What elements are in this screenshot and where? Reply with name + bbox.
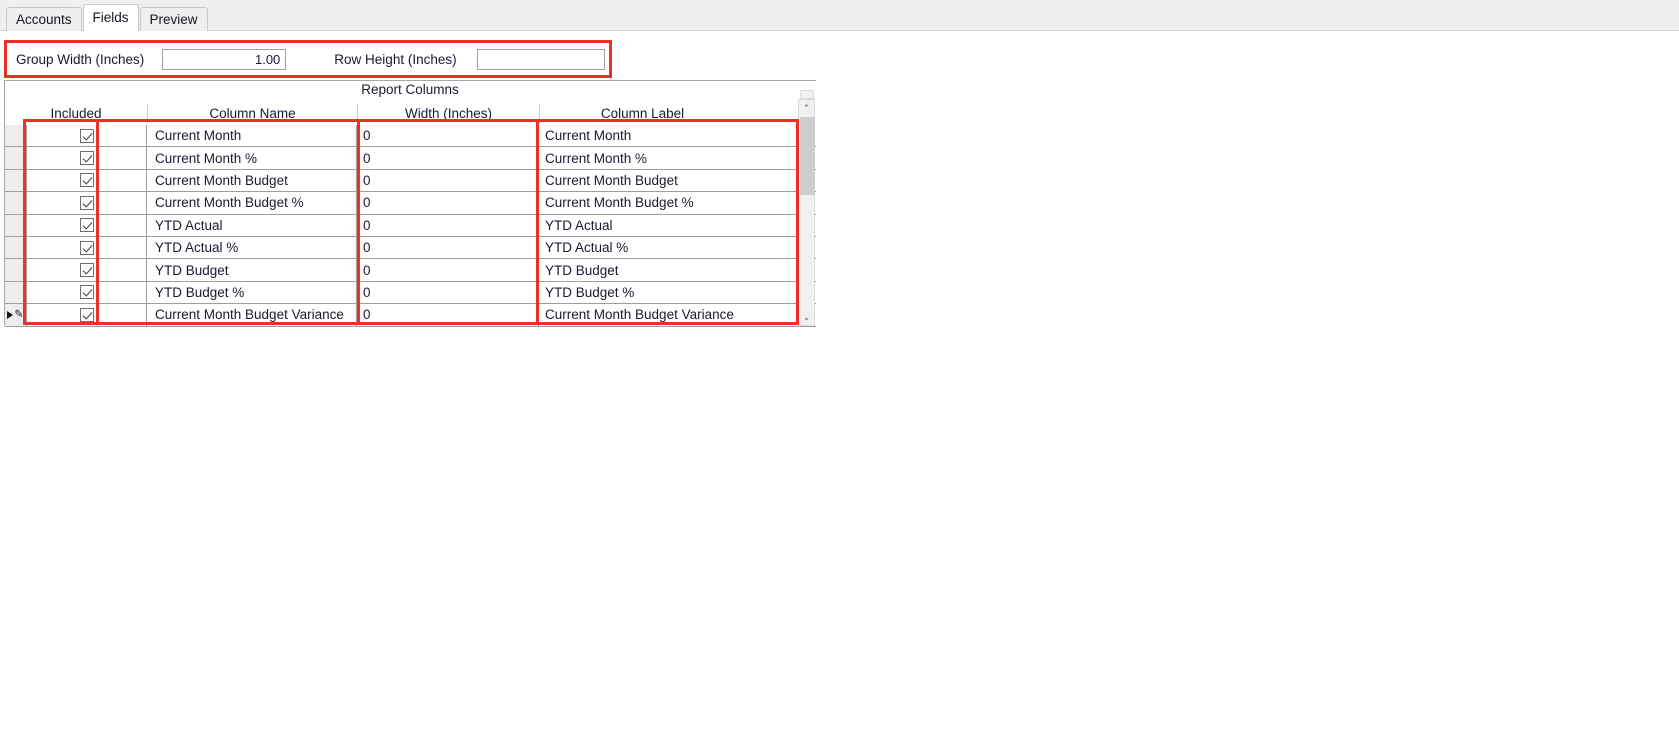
column-label-cell[interactable]: YTD Actual — [539, 215, 745, 236]
column-name-cell[interactable]: Current Month % — [147, 147, 357, 169]
row-current-arrow-icon — [7, 310, 14, 319]
included-cell[interactable] — [27, 259, 147, 281]
row-header-cell[interactable] — [5, 259, 27, 281]
included-checkbox[interactable] — [79, 263, 94, 278]
column-name-cell[interactable]: YTD Actual % — [147, 236, 357, 259]
column-label-cell[interactable]: YTD Budget % — [539, 282, 745, 303]
included-checkbox[interactable] — [79, 128, 94, 143]
scrollbar-top-cap — [800, 90, 814, 99]
grid-header-included[interactable]: Included — [5, 104, 147, 124]
included-checkbox[interactable] — [79, 173, 94, 188]
row-height-input[interactable] — [476, 48, 605, 70]
row-header-cell[interactable] — [5, 125, 27, 147]
grid-vertical-scrollbar[interactable]: ⌃ ⌄ — [798, 90, 815, 326]
scroll-down-button[interactable]: ⌄ — [799, 309, 814, 325]
included-checkbox[interactable] — [79, 151, 94, 166]
scroll-up-button[interactable]: ⌃ — [799, 100, 814, 116]
table-row[interactable]: ✎ Current Month Budget Variance 0 Current M… — [5, 304, 816, 327]
column-label-cell[interactable]: Current Month Budget % — [539, 192, 745, 213]
row-header-cell[interactable] — [5, 147, 27, 169]
group-width-label: Group Width (Inches) — [16, 51, 145, 67]
grid-body[interactable]: Current Month 0 Current Month Current Month… — [5, 125, 816, 327]
scrollbar-thumb[interactable] — [800, 117, 815, 195]
row-header-cell[interactable] — [5, 236, 27, 259]
tab-strip: Accounts Fields Preview — [0, 0, 1679, 31]
column-label-cell[interactable]: Current Month — [539, 125, 745, 146]
included-cell[interactable] — [27, 304, 147, 326]
tab-accounts[interactable]: Accounts — [6, 7, 82, 31]
row-header-cell[interactable] — [5, 169, 27, 192]
included-checkbox[interactable] — [79, 195, 94, 210]
table-row[interactable]: YTD Actual 0 YTD Actual — [5, 214, 816, 237]
width-inches-cell[interactable]: 0 — [357, 304, 539, 326]
grid-top-divider — [4, 80, 816, 81]
column-name-cell[interactable]: Current Month Budget Variance — [147, 304, 357, 326]
included-cell[interactable] — [27, 281, 147, 304]
column-name-cell[interactable]: YTD Actual — [147, 214, 357, 236]
grid-header-column-label[interactable]: Column Label — [539, 104, 745, 124]
table-row[interactable]: Current Month Budget 0 Current Month Budge… — [5, 169, 816, 193]
grid-header-row: Included Column Name Width (Inches) Colu… — [5, 104, 745, 124]
column-name-cell[interactable]: YTD Budget — [147, 259, 357, 281]
table-row[interactable]: Current Month % 0 Current Month % — [5, 147, 816, 170]
width-inches-cell[interactable]: 0 — [357, 281, 539, 304]
width-inches-cell[interactable]: 0 — [357, 259, 539, 281]
width-inches-cell[interactable]: 0 — [357, 169, 539, 192]
included-checkbox[interactable] — [79, 218, 94, 233]
width-inches-cell[interactable]: 0 — [357, 147, 539, 169]
row-header-cell[interactable] — [5, 281, 27, 304]
row-header-cell[interactable]: ✎ — [5, 304, 27, 326]
grid-header-width-inches[interactable]: Width (Inches) — [357, 104, 539, 124]
row-height-label: Row Height (Inches) — [334, 51, 457, 67]
included-cell[interactable] — [27, 147, 147, 169]
included-cell[interactable] — [27, 192, 147, 214]
included-cell[interactable] — [27, 214, 147, 236]
width-inches-cell[interactable]: 0 — [357, 214, 539, 236]
included-cell[interactable] — [27, 169, 147, 192]
column-label-cell[interactable]: Current Month % — [539, 147, 745, 168]
width-inches-cell[interactable]: 0 — [357, 236, 539, 259]
width-inches-cell[interactable]: 0 — [357, 192, 539, 214]
row-header-cell[interactable] — [5, 192, 27, 214]
table-row[interactable]: Current Month Budget % 0 Current Month Bud… — [5, 192, 816, 215]
grid-header-column-name[interactable]: Column Name — [147, 104, 357, 124]
column-label-cell[interactable]: YTD Budget — [539, 259, 745, 280]
column-label-cell[interactable]: Current Month Budget — [539, 170, 745, 191]
included-checkbox[interactable] — [79, 240, 94, 255]
included-cell[interactable] — [27, 125, 147, 147]
tab-list: Accounts Fields Preview — [6, 4, 209, 31]
table-row[interactable]: YTD Actual % 0 YTD Actual % — [5, 236, 816, 260]
column-name-cell[interactable]: Current Month — [147, 125, 357, 147]
included-cell[interactable] — [27, 236, 147, 259]
table-row[interactable]: Current Month 0 Current Month — [5, 125, 816, 148]
group-width-input[interactable] — [162, 48, 287, 70]
column-label-cell[interactable]: Current Month Budget Variance — [539, 304, 745, 325]
column-label-cell[interactable]: YTD Actual % — [539, 237, 745, 258]
column-name-cell[interactable]: YTD Budget % — [147, 281, 357, 304]
report-columns-grid: Report Columns Included Column Name Widt… — [4, 80, 824, 342]
included-checkbox[interactable] — [79, 307, 94, 322]
row-edit-pencil-icon: ✎ — [14, 307, 24, 321]
row-header-cell[interactable] — [5, 214, 27, 236]
row-edit-indicator: ✎ — [7, 307, 24, 321]
table-row[interactable]: YTD Budget % 0 YTD Budget % — [5, 281, 816, 305]
included-checkbox[interactable] — [79, 285, 94, 300]
width-inches-cell[interactable]: 0 — [357, 125, 539, 147]
report-parameters-panel: Group Width (Inches) Row Height (Inches) — [4, 40, 612, 78]
table-row[interactable]: YTD Budget 0 YTD Budget — [5, 259, 816, 282]
tab-fields[interactable]: Fields — [82, 4, 139, 31]
tab-preview[interactable]: Preview — [139, 7, 208, 31]
grid-caption: Report Columns — [361, 82, 459, 97]
column-name-cell[interactable]: Current Month Budget — [147, 169, 357, 192]
column-name-cell[interactable]: Current Month Budget % — [147, 192, 357, 214]
